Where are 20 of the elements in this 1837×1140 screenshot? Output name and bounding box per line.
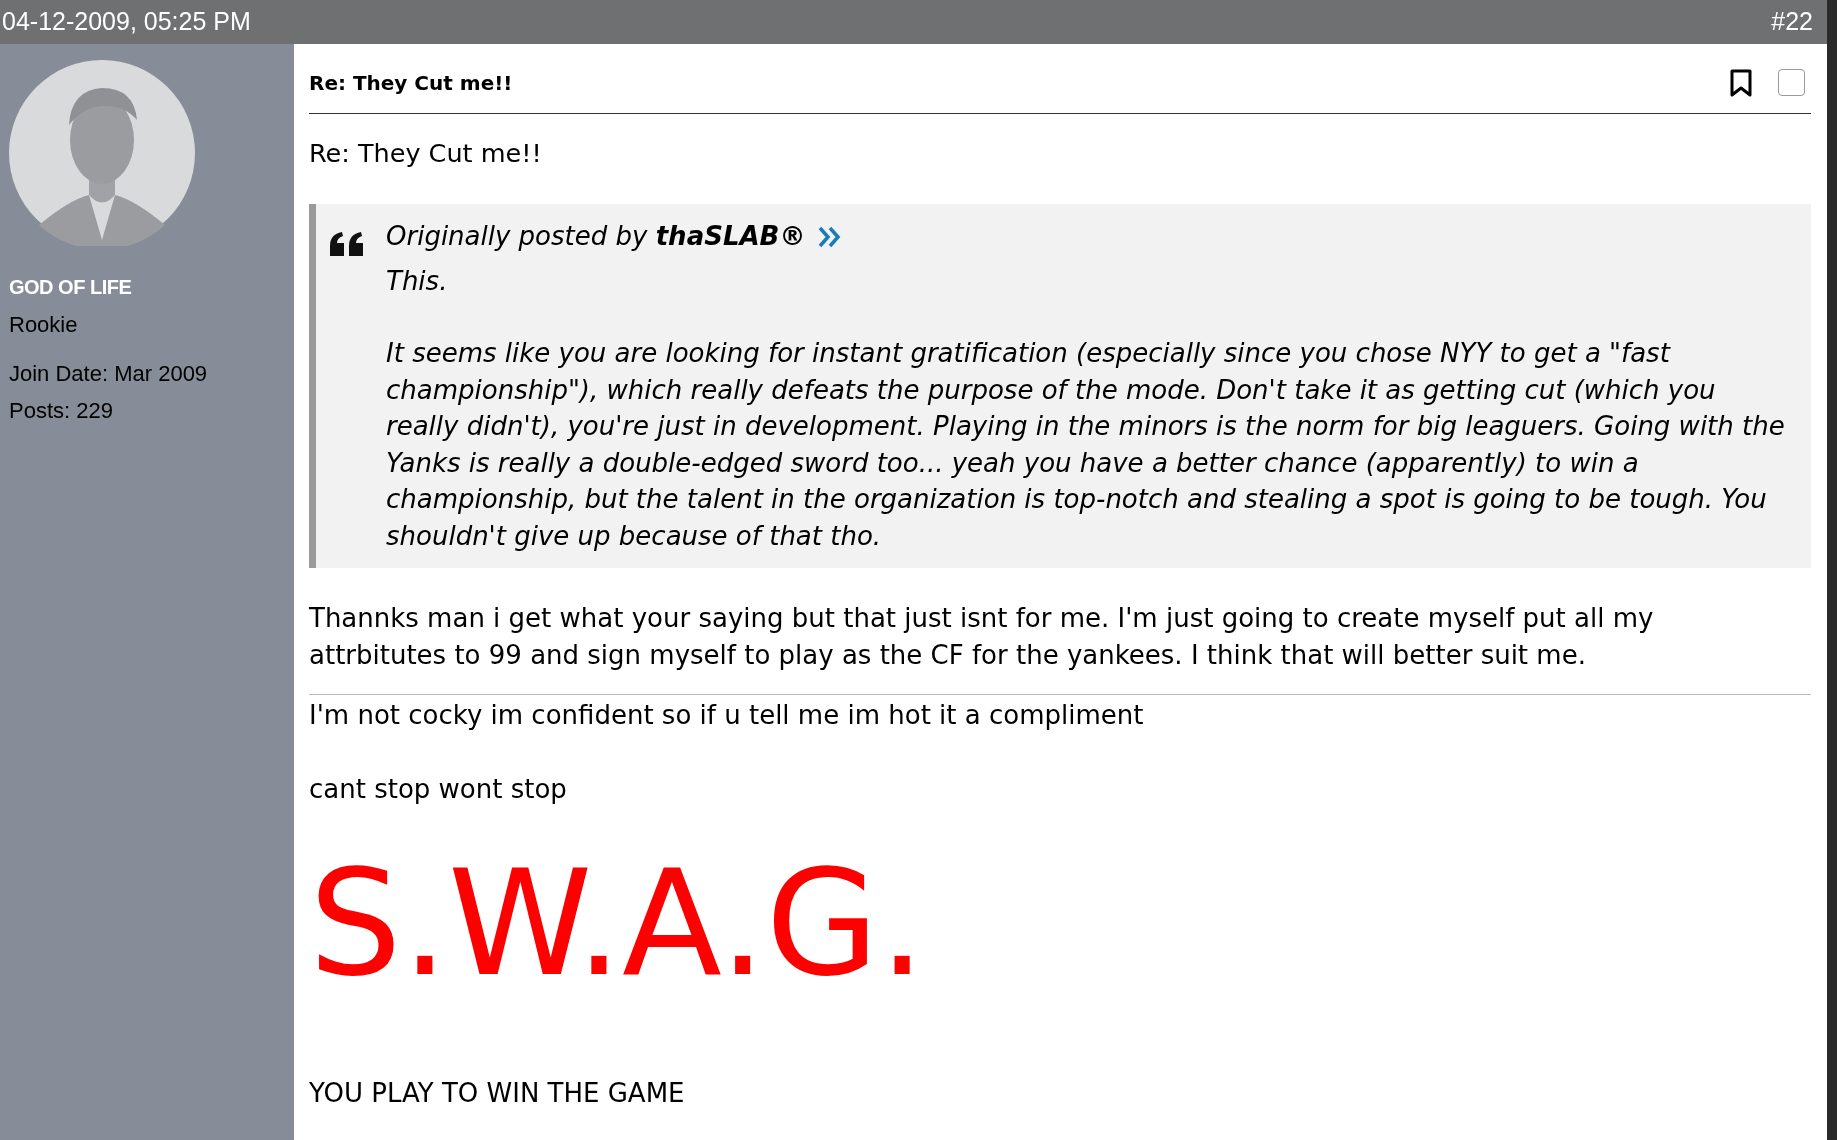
post-subject: Re: They Cut me!!: [309, 137, 543, 170]
signature-text: YOU PLAY TO WIN THE GAME: [309, 1077, 686, 1111]
author-name[interactable]: GOD OF LIFE: [9, 272, 285, 302]
post-title: Re: They Cut me!!: [309, 69, 513, 97]
post-number: #22: [1771, 6, 1814, 38]
post-body: Thannks man i get what your saying but that just isnt for me. I'm just going to create myself put all my attrbitutes to 99 and sign myself to play as the CF for the yankees. I think that will better suit me.: [309, 602, 1655, 673]
quote-attribution: Originally posted by thaSLAB®: [386, 220, 806, 254]
post-date: 04-12-2009, 05:25 PM: [2, 6, 251, 38]
join-date: Join Date: Mar 2009: [9, 360, 209, 388]
post-count: Posts: 229: [9, 397, 114, 425]
avatar-icon: [9, 60, 195, 246]
select-checkbox[interactable]: [1778, 69, 1805, 96]
quote-mark-icon: [328, 230, 366, 259]
signature-text: I'm not cocky im confident so if u tell me im hot it a compliment: [309, 699, 1145, 733]
quote-text: It seems like you are looking for instant gratification (especially since you chose NYY to get a "fast championship"), which really defeats the purpose of the mode. Don't take it as getting cut (which you really didn't), you're just in development. Playing in the minors is the norm for big leaguers. Going with the Yanks is really a double-edged sword too... yeah you have a better chance (apparently) to win a championship, but the talent in the organization is top-notch and stealing a spot is going to be tough. You shouldn't give up because of that tho.: [386, 337, 1786, 553]
signature-text: cant stop wont stop: [309, 773, 568, 807]
quote-text: This.: [386, 264, 449, 298]
signature-big-text: S.W.A.G.: [309, 848, 927, 999]
author-rank: Rookie: [9, 311, 79, 339]
bookmark-icon[interactable]: [1730, 68, 1752, 97]
